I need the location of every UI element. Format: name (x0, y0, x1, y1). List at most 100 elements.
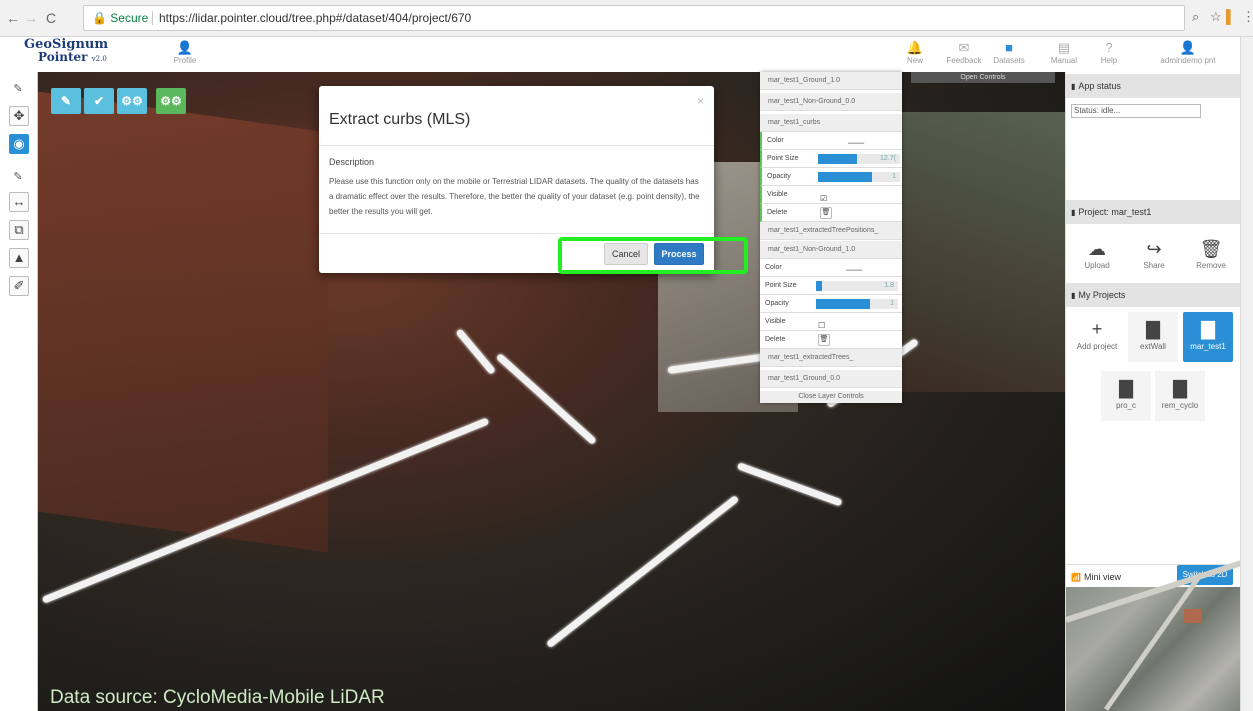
file-icon: ▇ (1201, 319, 1215, 339)
upload-label: Upload (1084, 261, 1110, 270)
point-size-slider[interactable]: 12.7( (818, 154, 900, 164)
right-sidebar: ▮ App status Status: idle... ▮ Project: ma… (1065, 72, 1253, 711)
wrench-tool-button[interactable]: ✎ (51, 88, 81, 114)
nav-help[interactable]: ? Help (1087, 40, 1131, 65)
extracted-curb (545, 494, 740, 649)
project-label: mar_test1 (1190, 342, 1226, 351)
back-arrow-icon[interactable]: ← (4, 9, 22, 27)
target-icon[interactable]: ◉ (9, 134, 29, 154)
opacity-slider[interactable]: 1 (818, 172, 900, 182)
layer-row[interactable]: mar_test1_Non-Ground_1.0 (760, 241, 902, 259)
close-layer-controls-button[interactable]: Close Layer Controls (760, 391, 902, 403)
measure-distance-icon[interactable]: ↔ (9, 192, 29, 212)
profile-button[interactable]: 👤 Profile (163, 40, 207, 65)
address-bar[interactable]: 🔒 Secure https://lidar.pointer.cloud/tre… (83, 5, 1185, 31)
layer-row[interactable]: mar_test1_extractedTrees_ (760, 349, 902, 367)
wrench-icon[interactable]: ✎ (9, 170, 27, 183)
remove-button[interactable]: 🗑 Remove (1186, 237, 1236, 270)
color-row: Color ▁▁▁ (760, 259, 902, 277)
point-size-value: 1.8 (884, 282, 894, 289)
project-tile-selected[interactable]: ▇ mar_test1 (1183, 312, 1233, 362)
share-button[interactable]: ↪ Share (1129, 237, 1179, 270)
opacity-slider[interactable]: 1 (816, 299, 898, 309)
my-projects-title: My Projects (1078, 290, 1126, 300)
browser-chrome: ← → C 🔒 Secure https://lidar.pointer.clo… (0, 0, 1253, 37)
opacity-row: Opacity 1 (760, 295, 902, 313)
divider (319, 145, 714, 146)
zoom-icon[interactable]: ⌕ (1192, 9, 1199, 25)
close-icon[interactable]: × (697, 94, 704, 108)
visible-row: Visible ☑ (760, 186, 902, 204)
project-tile[interactable]: ▇ pro_c (1101, 371, 1151, 421)
layer-row[interactable]: mar_test1_Non-Ground_0.0 (760, 93, 902, 111)
delete-label: Delete (767, 209, 788, 216)
bell-icon: 🔔 (906, 40, 924, 55)
check-tool-button[interactable]: ✔ (84, 88, 114, 114)
open-controls-button[interactable]: Open Controls (911, 72, 1055, 83)
color-swatch[interactable]: ▁▁▁ (848, 132, 864, 150)
move-icon[interactable]: ✥ (9, 106, 29, 126)
layer-row-selected[interactable]: mar_test1_curbs (760, 114, 902, 132)
remove-label: Remove (1196, 261, 1226, 270)
opacity-row: Opacity 1 (760, 168, 902, 186)
nav-user[interactable]: 👤 admindemo pnt (1148, 40, 1228, 65)
page-scrollbar[interactable] (1240, 37, 1253, 711)
trash-icon: 🗑 (1199, 239, 1223, 259)
nav-datasets[interactable]: ■ Datasets (987, 40, 1031, 65)
profile-chart-icon[interactable]: ▲ (9, 248, 29, 268)
nav-feedback[interactable]: ✉ Feedback (942, 40, 986, 65)
opacity-label: Opacity (767, 173, 791, 180)
layer-controls-panel: mar_test1_Ground_1.0 mar_test1_Non-Groun… (760, 72, 902, 403)
file-icon: ▇ (1119, 378, 1133, 398)
logo[interactable]: GeoSignum Pointer v2.0 (24, 38, 108, 65)
gear-tool-button-green[interactable]: ⚙⚙ (156, 88, 186, 114)
color-swatch[interactable]: ▁▁▁ (846, 259, 862, 277)
logo-version: v2.0 (91, 55, 107, 63)
nav-new[interactable]: 🔔 New (893, 40, 937, 65)
upload-button[interactable]: ☁ Upload (1072, 237, 1122, 270)
map-building (1184, 609, 1202, 623)
star-icon[interactable]: ☆ (1210, 9, 1222, 25)
extracted-curb (495, 352, 597, 446)
secure-indicator[interactable]: 🔒 Secure (92, 11, 148, 25)
color-row: Color ▁▁▁ (760, 132, 902, 150)
area-select-icon[interactable]: ⧉ (9, 220, 29, 240)
point-size-slider[interactable]: 1.8 (816, 281, 898, 291)
wrench-icon[interactable]: ✎ (9, 82, 27, 95)
highlight-box (558, 237, 748, 274)
visible-label: Visible (767, 191, 788, 198)
layer-row[interactable]: mar_test1_Ground_0.0 (760, 370, 902, 388)
forward-arrow-icon[interactable]: → (22, 9, 40, 27)
file-icon: ▇ (1146, 319, 1160, 339)
point-size-row: Point Size 12.7( (760, 150, 902, 168)
nav-user-label: admindemo pnt (1160, 56, 1216, 65)
extracted-curb (736, 462, 843, 507)
project-label: rem_cyclo (1161, 401, 1199, 410)
share-label: Share (1143, 261, 1165, 270)
menu-icon[interactable]: ⋮ (1242, 9, 1253, 25)
cloud-upload-icon: ☁ (1088, 239, 1106, 259)
layer-row[interactable]: mar_test1_Ground_1.0 (760, 72, 902, 90)
trash-icon[interactable]: 🗑 (820, 207, 832, 219)
slider-fill (816, 281, 822, 291)
layer-row[interactable]: mar_test1_extractedTreePositions_ (760, 222, 902, 240)
reload-icon[interactable]: C (42, 9, 60, 27)
nav-manual[interactable]: ▤ Manual (1042, 40, 1086, 65)
brush-icon[interactable]: ✐ (9, 276, 29, 296)
gear-tool-button[interactable]: ⚙⚙ (117, 88, 147, 114)
bookmark-icon: ▮ (1071, 82, 1076, 91)
delete-label: Delete (765, 336, 786, 343)
opacity-label: Opacity (765, 300, 789, 307)
trash-icon[interactable]: 🗑 (818, 334, 830, 346)
project-tile[interactable]: ▇ rem_cyclo (1155, 371, 1205, 421)
add-project-button[interactable]: + Add project (1072, 312, 1122, 362)
project-title: Project: mar_test1 (1078, 207, 1152, 217)
mini-map[interactable] (1065, 555, 1253, 711)
nav-feedback-label: Feedback (946, 56, 982, 65)
extension-icon[interactable]: ▌ (1226, 9, 1235, 24)
logo-line2: Pointer (38, 50, 88, 64)
file-icon: ■ (1005, 40, 1013, 55)
url-text[interactable]: https://lidar.pointer.cloud/tree.php#/da… (152, 11, 471, 25)
project-tile[interactable]: ▇ extWall (1128, 312, 1178, 362)
color-label: Color (765, 264, 782, 271)
